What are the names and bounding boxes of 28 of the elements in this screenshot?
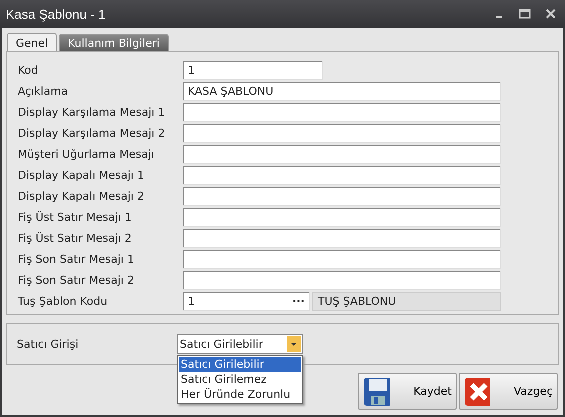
window-title: Kasa Şablonu - 1 [6, 6, 106, 22]
save-button[interactable]: Kaydet [358, 373, 457, 410]
field-label: Display Kapalı Mesajı 1 [17, 169, 146, 182]
field-label: Display Karşılama Mesajı 2 [17, 127, 166, 140]
dropdown[interactable]: Satıcı Girilebilir [177, 334, 303, 354]
field-label: Satıcı Girişi [17, 338, 80, 350]
field-label: Display Karşılama Mesajı 1 [17, 106, 166, 119]
field-label: Fiş Üst Satır Mesajı 1 [17, 211, 133, 224]
browse-button[interactable]: ··· [292, 295, 305, 308]
tab[interactable]: Genel [7, 33, 58, 53]
input-field[interactable]: KASA ŞABLONU [183, 82, 501, 101]
field-label: Fiş Üst Satır Mesajı 2 [17, 232, 133, 245]
dropdown-option[interactable]: Satıcı Girilebilir [179, 357, 301, 372]
description-field: TUŞ ŞABLONU [312, 292, 501, 311]
field-label: Fiş Son Satır Mesajı 1 [17, 253, 136, 266]
field-label: Fiş Son Satır Mesajı 2 [17, 274, 136, 287]
field-label: Display Kapalı Mesajı 2 [17, 190, 146, 203]
lookup-field[interactable]: 1 ··· [183, 292, 310, 311]
field-label: Tuş Şablon Kodu [17, 295, 109, 308]
field-value: 1 [188, 295, 195, 308]
cancel-button[interactable]: Vazgeç [459, 373, 558, 410]
dropdown-option[interactable]: Her Üründe Zorunlu [179, 387, 301, 402]
field-label: Müşteri Uğurlama Mesajı [17, 148, 156, 161]
dropdown-option[interactable]: Satıcı Girilemez [179, 372, 301, 387]
field-label: Açıklama [17, 85, 70, 98]
field-label: Kod [17, 64, 40, 77]
tab[interactable]: Kullanım Bilgileri [59, 34, 169, 52]
input-field[interactable]: 1 [183, 61, 323, 80]
